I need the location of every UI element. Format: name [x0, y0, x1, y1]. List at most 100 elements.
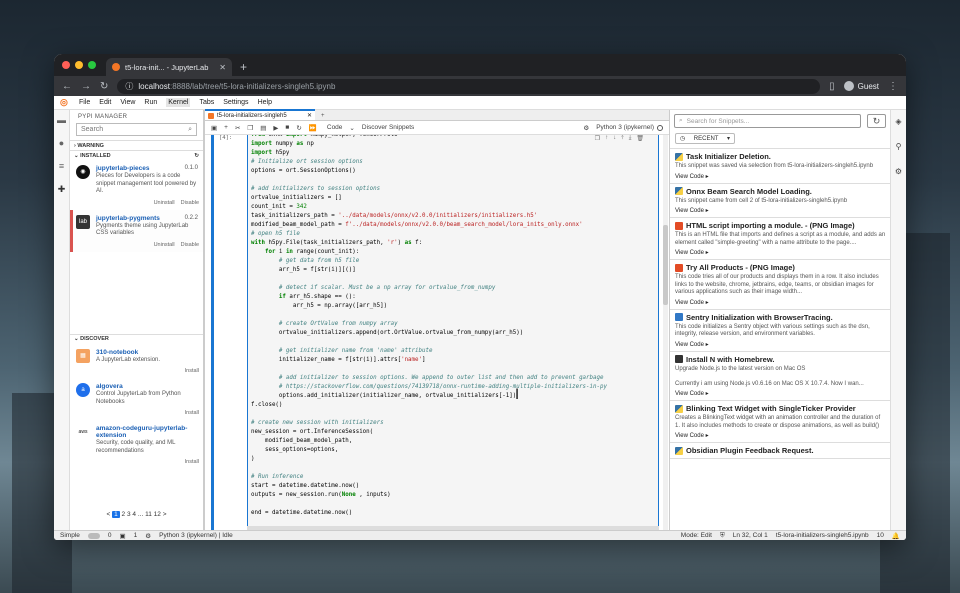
- uninstall-button[interactable]: Uninstall: [154, 200, 175, 206]
- menu-view[interactable]: View: [120, 99, 135, 106]
- kernel-indicator[interactable]: Python 3 (ipykernel): [596, 124, 663, 131]
- paste-icon[interactable]: ▤: [260, 124, 266, 132]
- view-code-button[interactable]: View Code ▸: [675, 207, 886, 214]
- move-down-icon[interactable]: ↓: [613, 135, 616, 142]
- code-line[interactable]: [251, 275, 607, 284]
- restart-icon[interactable]: ↻: [296, 124, 301, 132]
- cut-icon[interactable]: ✂: [235, 124, 240, 132]
- code-line[interactable]: arr_h5 = f[str(i)][()]: [251, 266, 607, 275]
- menu-settings[interactable]: Settings: [223, 99, 248, 106]
- extension-name[interactable]: jupyterlab-pygments: [96, 215, 199, 222]
- code-line[interactable]: # get data from h5 file: [251, 257, 607, 266]
- install-button[interactable]: Install: [185, 368, 199, 374]
- page-button[interactable]: 2: [122, 511, 126, 518]
- code-line[interactable]: count_init = 342: [251, 203, 607, 212]
- code-line[interactable]: ortvalue_initializers.append(ort.OrtValu…: [251, 329, 607, 338]
- page-button[interactable]: 12: [154, 511, 161, 518]
- code-line[interactable]: # add initializer to session options. We…: [251, 374, 607, 383]
- cell-type-select[interactable]: Code: [327, 124, 343, 131]
- discover-snippets-button[interactable]: Discover Snippets: [362, 124, 414, 131]
- snippet-title[interactable]: Try All Products - (PNG Image): [686, 263, 795, 272]
- snippet-title[interactable]: Sentry Initialization with BrowserTracin…: [686, 313, 833, 322]
- code-line[interactable]: arr_h5 = np.array([arr_h5]): [251, 302, 607, 311]
- code-line[interactable]: modified_beam_model_path = f'../data/mod…: [251, 221, 607, 230]
- install-button[interactable]: Install: [185, 410, 199, 416]
- menu-help[interactable]: Help: [258, 99, 272, 106]
- kernel-status[interactable]: Python 3 (ipykernel) | Idle: [159, 532, 233, 539]
- pieces-icon[interactable]: ◈: [895, 117, 901, 126]
- snippet-title[interactable]: Install N with Homebrew.: [686, 355, 774, 364]
- property-inspector-icon[interactable]: ⚲: [896, 142, 902, 151]
- notebook-tab[interactable]: t5-lora-initializers-singleh5 ✕: [205, 109, 315, 120]
- code-line[interactable]: # https://stackoverflow.com/questions/74…: [251, 383, 607, 392]
- code-line[interactable]: [251, 311, 607, 320]
- snippet-search-input[interactable]: ⌕ Search for Snippets...: [674, 114, 861, 128]
- snippet-item[interactable]: Obsidian Plugin Feedback Request.: [670, 443, 890, 459]
- terminals-count[interactable]: 0: [108, 532, 112, 539]
- code-line[interactable]: modified_beam_model_path,: [251, 437, 607, 446]
- code-line[interactable]: task_initializers_path = '../data/models…: [251, 212, 607, 221]
- code-line[interactable]: for i in range(count_init):: [251, 248, 607, 257]
- simple-mode-toggle[interactable]: [87, 532, 100, 539]
- code-line[interactable]: initializer_name = f[str(i)].attrs['name…: [251, 356, 607, 365]
- vertical-scrollbar[interactable]: [663, 135, 668, 530]
- delete-icon[interactable]: 🗑: [636, 135, 644, 142]
- page-button[interactable]: 3: [127, 511, 131, 518]
- page-button[interactable]: 1: [112, 511, 120, 518]
- view-code-button[interactable]: View Code ▸: [675, 299, 886, 306]
- snippet-item[interactable]: Install N with Homebrew. Upgrade Node.js …: [670, 352, 890, 401]
- profile-button[interactable]: Guest: [843, 81, 879, 91]
- next-page-button[interactable]: >: [163, 511, 167, 518]
- debugger-icon[interactable]: ⚙: [895, 167, 902, 176]
- view-code-button[interactable]: View Code ▸: [675, 390, 886, 397]
- code-line[interactable]: ortvalue_initializers = []: [251, 194, 607, 203]
- code-content[interactable]: from onnx import numpy_helper, TensorPro…: [248, 135, 607, 518]
- extension-name[interactable]: 310-notebook: [96, 349, 199, 356]
- snippet-title[interactable]: HTML script importing a module. - (PNG I…: [686, 221, 855, 230]
- page-button[interactable]: 11: [145, 511, 152, 518]
- save-icon[interactable]: ▣: [211, 124, 217, 132]
- notification-count[interactable]: 10: [877, 532, 884, 539]
- move-up-icon[interactable]: ↑: [605, 135, 608, 142]
- reload-icon[interactable]: ↻: [100, 81, 108, 92]
- insert-below-icon[interactable]: ⤓: [629, 135, 632, 142]
- menu-run[interactable]: Run: [144, 99, 157, 106]
- discover-extension-item[interactable]: ▦ 310-notebook A JupyterLab extension. I…: [70, 344, 203, 379]
- code-line[interactable]: end = datetime.datetime.now(): [251, 509, 607, 518]
- refresh-icon[interactable]: ↻: [194, 153, 199, 159]
- code-line[interactable]: # add initializers to session options: [251, 185, 607, 194]
- snippet-item[interactable]: Blinking Text Widget with SingleTicker P…: [670, 401, 890, 443]
- code-line[interactable]: [251, 500, 607, 509]
- discover-extension-item[interactable]: a algovera Control JupyterLab from Pytho…: [70, 378, 203, 420]
- folder-icon[interactable]: ▬: [57, 116, 66, 125]
- code-line[interactable]: [251, 464, 607, 473]
- menu-edit[interactable]: Edit: [99, 99, 111, 106]
- forward-icon[interactable]: →: [81, 81, 91, 92]
- view-code-button[interactable]: View Code ▸: [675, 341, 886, 348]
- bell-icon[interactable]: 🔔: [892, 532, 900, 540]
- extension-name[interactable]: jupyterlab-pieces: [96, 165, 199, 172]
- disable-button[interactable]: Disable: [181, 200, 199, 206]
- menu-kernel[interactable]: Kernel: [166, 98, 191, 107]
- duplicate-icon[interactable]: ❐: [595, 135, 600, 142]
- running-icon[interactable]: ●: [57, 139, 66, 148]
- installed-extension-item[interactable]: ◉ jupyterlab-pieces Pieces for Developer…: [70, 160, 203, 210]
- snippet-title[interactable]: Obsidian Plugin Feedback Request.: [686, 446, 814, 455]
- site-info-icon[interactable]: ⓘ: [125, 81, 133, 92]
- code-line[interactable]: outputs = new_session.run(None , inputs): [251, 491, 607, 500]
- disable-button[interactable]: Disable: [181, 242, 199, 248]
- page-button[interactable]: 4: [132, 511, 136, 518]
- copy-icon[interactable]: ❐: [247, 124, 253, 132]
- code-line[interactable]: # Initialize ort session options: [251, 158, 607, 167]
- discover-extension-item[interactable]: aws amazon-codeguru-jupyterlab-extension…: [70, 420, 203, 469]
- code-line[interactable]: f.close(): [251, 401, 607, 410]
- prev-page-button[interactable]: <: [107, 511, 111, 518]
- code-line[interactable]: # Run inference: [251, 473, 607, 482]
- code-line[interactable]: # open h5 file: [251, 230, 607, 239]
- cell-collapser[interactable]: [211, 135, 214, 530]
- snippet-item[interactable]: HTML script importing a module. - (PNG I…: [670, 218, 890, 260]
- code-line[interactable]: # detect if scalar. Must be a np array f…: [251, 284, 607, 293]
- gear-icon[interactable]: ⚙: [583, 124, 589, 132]
- code-line[interactable]: import numpy as np: [251, 140, 607, 149]
- code-line[interactable]: [251, 365, 607, 374]
